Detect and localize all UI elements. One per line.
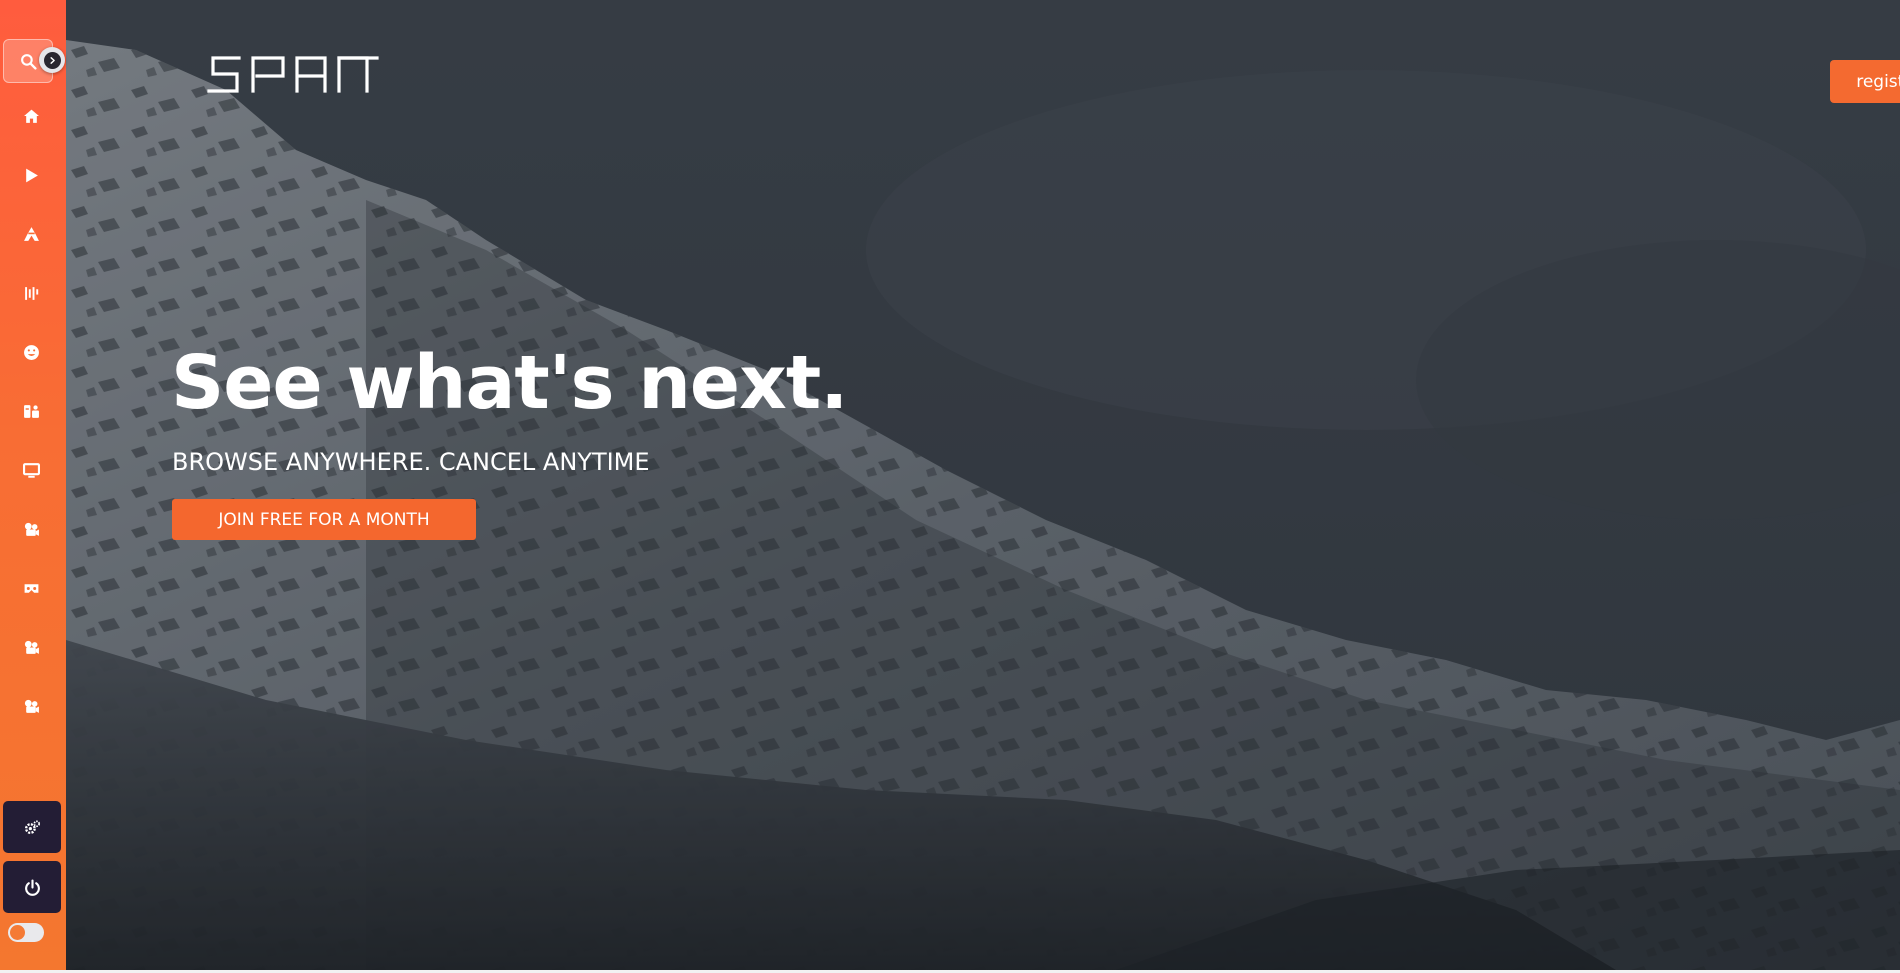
music-icon: [25, 286, 39, 300]
sidebar-item-music[interactable]: [4, 272, 59, 314]
settings-icon: [24, 819, 40, 834]
register-button[interactable]: register: [1830, 60, 1900, 103]
sidebar-item-kids[interactable]: [4, 390, 59, 432]
home-icon: [24, 109, 39, 123]
theme-toggle-knob: [10, 925, 25, 940]
desktop-icon: [23, 462, 40, 478]
film-reel-icon: [24, 699, 39, 713]
hero-subheadline: BROWSE ANYWHERE. CANCEL ANYTIME: [172, 448, 650, 476]
play-icon: [26, 168, 38, 182]
film-reel-icon: [24, 640, 39, 654]
sidebar-item-desktop[interactable]: [4, 449, 59, 491]
span-logo: [207, 56, 379, 93]
film-reel-icon: [24, 522, 39, 536]
hero-headline: See what's next.: [171, 340, 848, 426]
anime-icon: [24, 226, 39, 241]
sidebar-item-anime[interactable]: [4, 213, 59, 255]
sidebar-item-comedy[interactable]: [4, 331, 59, 373]
kids-icon: [24, 404, 39, 418]
mountain-background-image: [66, 0, 1900, 970]
settings-button[interactable]: [3, 801, 61, 853]
search-icon: [20, 53, 37, 70]
app-root: register See what's next. BROWSE ANYWHER…: [0, 0, 1900, 973]
vr-headset-icon: [24, 583, 39, 593]
hero-section: register See what's next. BROWSE ANYWHER…: [66, 0, 1900, 970]
smile-icon: [24, 344, 39, 360]
sidebar-item-movies-1[interactable]: [4, 508, 59, 550]
chevron-right-icon: [43, 51, 61, 69]
sidebar-item-movies-2[interactable]: [4, 626, 59, 668]
theme-toggle[interactable]: [8, 923, 44, 942]
sidebar-item-vr[interactable]: [4, 567, 59, 609]
power-icon: [24, 879, 40, 896]
sidebar: [0, 0, 66, 970]
sidebar-item-movies-3[interactable]: [4, 685, 59, 727]
join-free-button[interactable]: JOIN FREE FOR A MONTH: [172, 499, 476, 540]
sidebar-item-play[interactable]: [4, 154, 59, 196]
logout-button[interactable]: [3, 861, 61, 913]
sidebar-item-home[interactable]: [4, 95, 59, 137]
sidebar-collapse-toggle[interactable]: [39, 47, 65, 73]
